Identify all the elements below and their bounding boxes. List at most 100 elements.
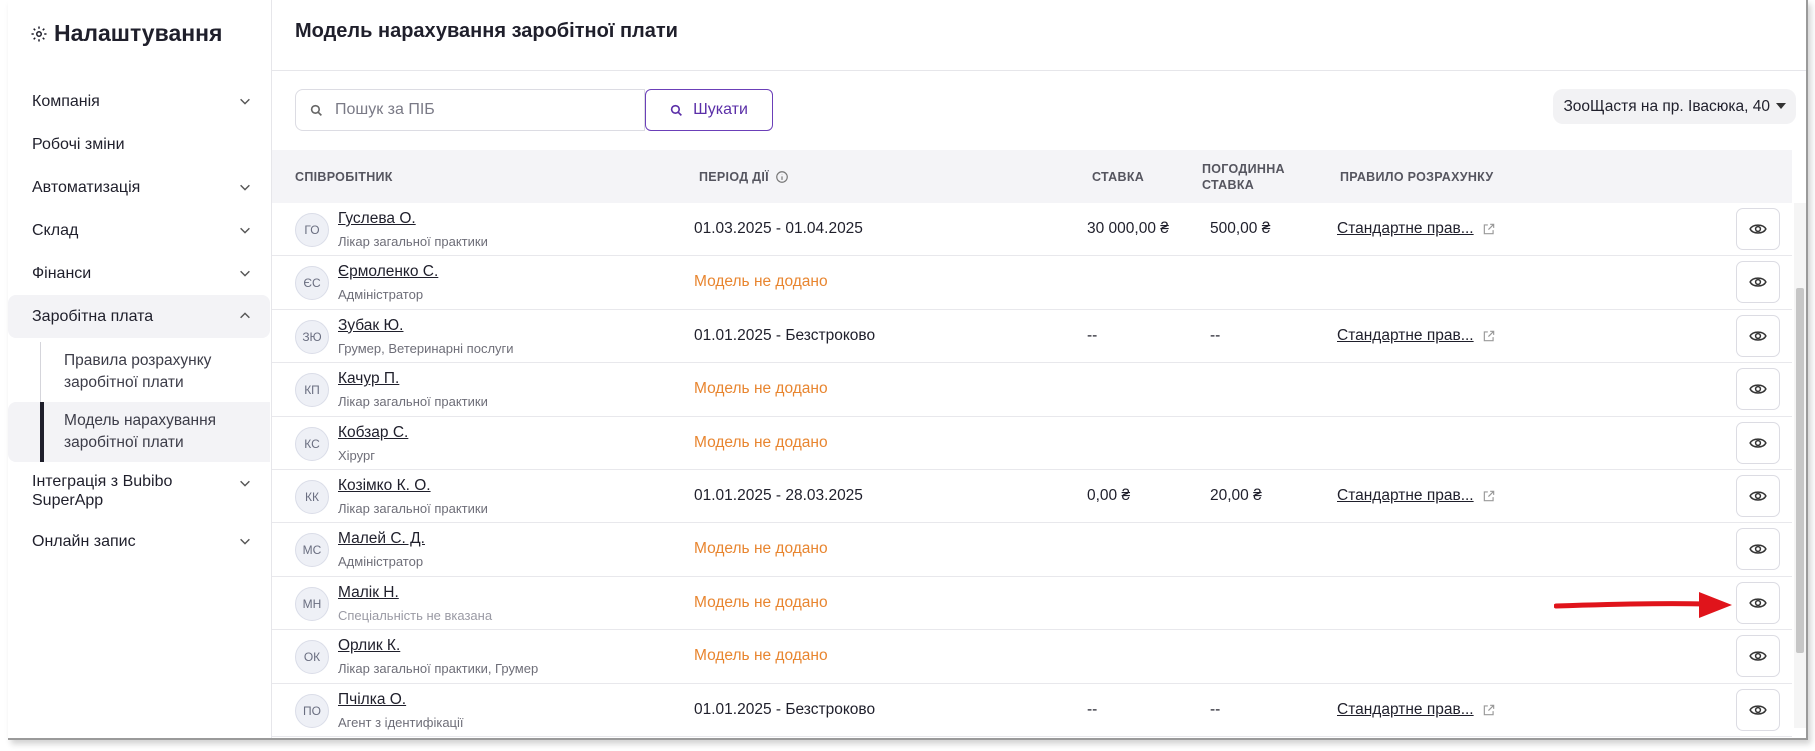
period-text: 01.01.2025 - Безстроково bbox=[694, 700, 876, 718]
employee-name-link[interactable]: Орлик К. bbox=[338, 637, 400, 655]
avatar: КК bbox=[295, 479, 329, 514]
employee-name-link[interactable]: Кобзар С. bbox=[338, 424, 408, 442]
employee-specialty: Лікар загальної практики bbox=[338, 500, 488, 516]
view-button[interactable] bbox=[1736, 368, 1780, 411]
sidebar-item-0[interactable]: Компанія bbox=[8, 80, 270, 123]
scrollbar-thumb[interactable] bbox=[1796, 288, 1804, 653]
search-button[interactable]: Шукати bbox=[645, 89, 773, 131]
calc-rule-label: Стандартне прав... bbox=[1337, 220, 1474, 237]
sidebar-item-label: Автоматизація bbox=[32, 178, 141, 196]
calc-rule-link[interactable]: Стандартне прав... bbox=[1337, 327, 1496, 345]
view-button[interactable] bbox=[1736, 421, 1780, 464]
column-header-period-label: ПЕРІОД ДІЇ bbox=[699, 169, 769, 184]
table-header: СПІВРОБІТНИК ПЕРІОД ДІЇ СТАВКА ПОГОДИННА… bbox=[272, 150, 1792, 203]
external-link-icon bbox=[1483, 330, 1494, 342]
view-button[interactable] bbox=[1736, 635, 1780, 678]
hourly-rate-value: -- bbox=[1210, 326, 1221, 344]
avatar: КС bbox=[295, 426, 329, 461]
sidebar-item-4[interactable]: Фінанси bbox=[8, 252, 270, 295]
employee-name-link[interactable]: Малей С. Д. bbox=[338, 530, 425, 548]
chevron-up-icon bbox=[240, 312, 250, 319]
chevron-down-icon bbox=[240, 270, 250, 277]
chevron-down-icon bbox=[240, 98, 250, 105]
chevron-down-icon bbox=[240, 480, 250, 487]
model-missing-text: Модель не додано bbox=[694, 273, 828, 291]
employee-name-link[interactable]: Зубак Ю. bbox=[338, 317, 403, 335]
chevron-down-icon bbox=[240, 184, 250, 191]
employee-name-link[interactable]: Єрмоленко С. bbox=[338, 263, 438, 281]
employee-specialty: Спеціальність не вказана bbox=[338, 607, 493, 623]
employee-name-link[interactable]: Качур П. bbox=[338, 370, 399, 388]
search-input[interactable] bbox=[335, 101, 615, 119]
employee-specialty: Адміністратор bbox=[338, 287, 424, 303]
view-button[interactable] bbox=[1736, 474, 1780, 517]
hourly-rate-value: 500,00 ₴ bbox=[1210, 220, 1271, 237]
eye-icon bbox=[1749, 384, 1767, 394]
employee-name-link[interactable]: Козімко К. О. bbox=[338, 477, 431, 495]
avatar: МН bbox=[295, 586, 329, 621]
info-icon[interactable] bbox=[775, 170, 789, 184]
model-missing-text: Модель не додано bbox=[694, 647, 828, 665]
calc-rule-link[interactable]: Стандартне прав... bbox=[1337, 701, 1496, 719]
column-header-rule-label: ПРАВИЛО РОЗРАХУНКУ bbox=[1340, 169, 1494, 184]
table-row: КП Качур П. Лікар загальної практики Мод… bbox=[272, 363, 1792, 417]
search-button-label: Шукати bbox=[693, 101, 748, 118]
sidebar-title-text: Налаштування bbox=[54, 20, 223, 46]
model-missing-text: Модель не додано bbox=[694, 540, 828, 558]
sidebar-item-2[interactable]: Автоматизація bbox=[8, 166, 270, 209]
clinic-select-value: ЗооЩастя на пр. Івасюка, 40 bbox=[1563, 97, 1770, 115]
chevron-down-icon bbox=[240, 538, 250, 545]
eye-icon bbox=[1749, 331, 1767, 341]
view-button[interactable] bbox=[1736, 314, 1780, 357]
view-button[interactable] bbox=[1736, 528, 1780, 571]
column-header-employee: СПІВРОБІТНИК bbox=[295, 150, 393, 203]
calc-rule-link[interactable]: Стандартне прав... bbox=[1337, 487, 1496, 505]
external-link-icon bbox=[1483, 223, 1494, 235]
avatar: ЗЮ bbox=[295, 319, 329, 354]
avatar: ЄС bbox=[295, 266, 329, 301]
eye-icon bbox=[1749, 277, 1767, 288]
table-row: ГО Гуслева О. Лікар загальної практики 0… bbox=[272, 203, 1792, 257]
calc-rule-link[interactable]: Стандартне прав... bbox=[1337, 220, 1496, 238]
avatar: ПО bbox=[295, 693, 329, 728]
sidebar-item-5[interactable]: Заробітна плата bbox=[8, 295, 270, 338]
table-body: ГО Гуслева О. Лікар загальної практики 0… bbox=[272, 203, 1792, 737]
period-text: 01.01.2025 - 28.03.2025 bbox=[694, 486, 863, 504]
sidebar-item-3[interactable]: Склад bbox=[8, 209, 270, 252]
column-header-rate-label: СТАВКА bbox=[1092, 169, 1145, 184]
sidebar-item-1[interactable]: Робочі зміни bbox=[8, 123, 270, 166]
sidebar-item-6[interactable]: Інтеграція з Bubibo SuperApp bbox=[8, 462, 270, 520]
column-header-employee-label: СПІВРОБІТНИК bbox=[295, 169, 393, 184]
sidebar: Налаштування Компанія Робочі зміни Автомат… bbox=[8, 0, 272, 738]
hourly-rate-value: -- bbox=[1210, 700, 1221, 718]
header-divider bbox=[272, 70, 1806, 71]
clinic-select[interactable]: ЗооЩастя на пр. Івасюка, 40 bbox=[1553, 89, 1796, 124]
table-row: ЄС Єрмоленко С. Адміністратор Модель не … bbox=[272, 256, 1792, 310]
calc-rule-label: Стандартне прав... bbox=[1337, 486, 1474, 504]
search-icon bbox=[310, 104, 322, 116]
view-button[interactable] bbox=[1736, 208, 1780, 250]
search-box bbox=[295, 89, 645, 131]
employee-specialty: Грумер, Ветеринарні послуги bbox=[338, 340, 514, 356]
calc-rule-label: Стандартне прав... bbox=[1337, 700, 1474, 718]
view-button[interactable] bbox=[1736, 581, 1780, 624]
column-header-hourly-rate: ПОГОДИННА СТАВКА bbox=[1202, 150, 1302, 203]
sidebar-item-7[interactable]: Онлайн запис bbox=[8, 520, 270, 563]
sidebar-subitem-0[interactable]: Правила розрахунку заробітної плати bbox=[8, 342, 270, 402]
column-header-rule: ПРАВИЛО РОЗРАХУНКУ bbox=[1340, 150, 1493, 203]
table-scrollbar[interactable] bbox=[1794, 203, 1806, 728]
view-button[interactable] bbox=[1736, 688, 1780, 731]
column-header-rate: СТАВКА bbox=[1092, 150, 1144, 203]
view-button[interactable] bbox=[1736, 261, 1780, 304]
employee-name-link[interactable]: Пчілка О. bbox=[338, 691, 406, 709]
rate-value: -- bbox=[1087, 700, 1098, 718]
sidebar-subitem-1[interactable]: Модель нарахування заробітної плати bbox=[8, 402, 270, 462]
employee-name-link[interactable]: Малік Н. bbox=[338, 584, 399, 602]
sidebar-item-label: Фінанси bbox=[32, 264, 92, 282]
eye-icon bbox=[1749, 704, 1767, 715]
table-row: ОК Орлик К. Лікар загальної практики, Гр… bbox=[272, 630, 1792, 684]
employee-name-link[interactable]: Гуслева О. bbox=[338, 210, 416, 228]
gear-icon bbox=[31, 26, 47, 41]
rate-value: -- bbox=[1087, 326, 1098, 344]
table-row: КС Кобзар С. Хірург Модель не додано bbox=[272, 417, 1792, 470]
